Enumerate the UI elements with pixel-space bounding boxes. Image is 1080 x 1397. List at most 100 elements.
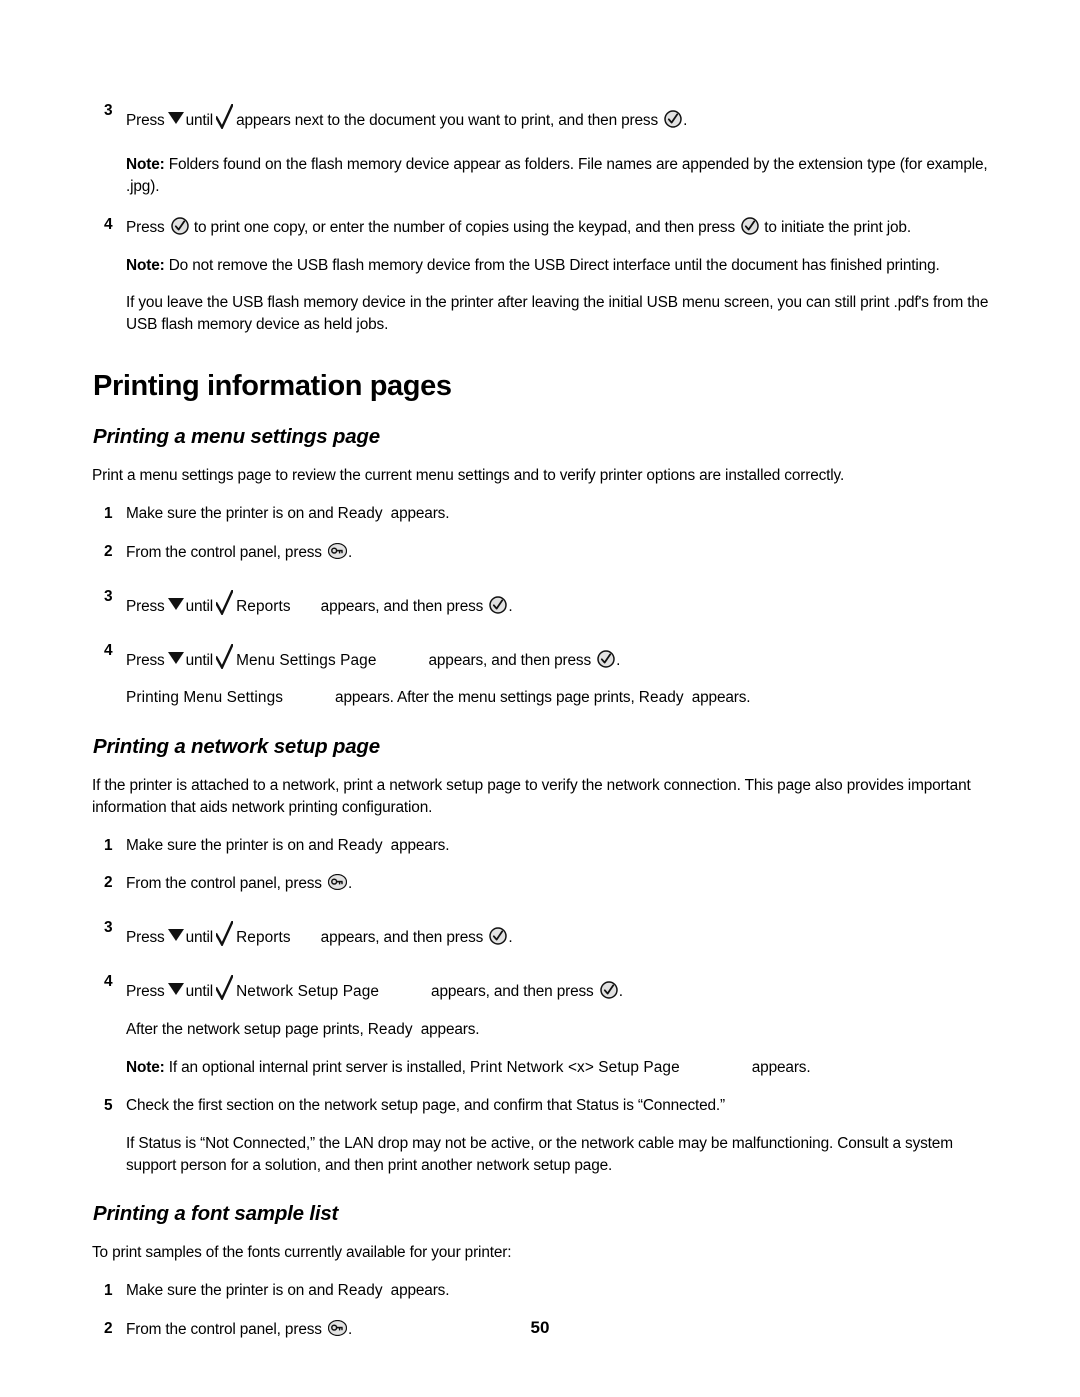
step-text-before: From the control panel, press [126,543,322,561]
step-text-after: appears, and then press [431,983,594,1001]
down-arrow-icon [167,983,184,996]
step-period: . [508,929,513,947]
step-text-before: Press [126,597,165,615]
step-period: . [347,543,353,561]
menu-key-icon [327,542,347,559]
list-number: 1 [104,504,113,522]
step-period: . [618,983,623,1001]
list-item: 4 Press to print one copy, or enter the n… [92,214,992,239]
display-text: Network Setup Page [236,983,380,1001]
step-text-end: to initiate the print job. [764,218,911,236]
page-number: 50 [530,1318,550,1337]
select-button-icon [597,649,615,668]
note-paragraph: Note: Do not remove the USB flash memory… [126,255,992,277]
list-number: 2 [104,542,113,560]
section-heading-font-sample: Printing a font sample list [93,1202,339,1226]
display-text: Print Network <x> Setup Page [469,1058,680,1076]
display-text: Reports [236,597,291,615]
step-period: . [616,651,621,669]
display-text: Printing Menu Settings [126,689,284,707]
select-button-icon [170,216,189,235]
section-heading-menu-settings: Printing a menu settings page [93,425,380,449]
step-result: Printing Menu Settings appears. After the… [92,687,992,709]
list-number: 4 [104,215,113,233]
step-period: . [683,112,688,129]
list-number: 1 [104,1281,113,1299]
note-text-after: appears. [751,1058,811,1076]
select-button-icon [489,595,508,614]
step-text-after: appears. [390,1281,450,1299]
step-text-until: until [185,112,214,129]
step-text-until: until [185,929,214,947]
step-text-until: until [185,597,214,615]
display-text: Ready [337,504,383,522]
display-text: Menu Settings Page [236,651,377,669]
trailing-paragraph: If you leave the USB flash memory device… [126,294,989,334]
down-arrow-icon [167,651,184,664]
step-text-until: until [185,983,214,1001]
section-intro: Print a menu settings page to review the… [92,467,845,485]
list-item: 4 Press until Menu Settings Page appears, an… [92,640,992,672]
display-text: Ready [337,1281,383,1299]
note-paragraph: Note: If an optional internal print serv… [92,1057,992,1079]
display-text: Ready [367,1021,413,1039]
select-button-icon [599,981,618,999]
step-period: . [347,875,353,893]
note-label: Note: [126,1058,165,1076]
list-number: 1 [104,836,113,854]
step-text-before: Press [126,651,165,669]
checkmark-icon [216,921,234,947]
page-content: 3 Press until appears next to the document … [92,100,992,1357]
down-arrow-icon [167,597,184,610]
step-continuation: If Status is “Not Connected,” the LAN dr… [126,1134,953,1174]
list-item: 5 Check the first section on the network … [92,1095,992,1117]
list-number: 4 [104,973,113,991]
down-arrow-icon [167,929,184,942]
step-text-before: From the control panel, press [126,875,322,893]
step-result: After the network setup page prints, Rea… [92,1019,992,1041]
step-text-after: appears. [390,836,450,854]
list-item: 2 From the control panel, press . [92,541,992,564]
checkmark-icon [216,975,234,1001]
step-text-until: until [185,651,214,669]
list-item: 1 Make sure the printer is on and Ready ap… [92,1280,992,1302]
step-text-after: appears, and then press [320,597,484,615]
result-text-after: appears. [420,1021,480,1039]
step-text-before: Press [126,218,165,236]
list-number: 2 [104,874,113,892]
step-text-before: Make sure the printer is on and [126,1281,334,1299]
list-item: 3 Press until Reports appears, and then pres… [92,586,992,618]
list-number: 4 [104,641,113,659]
list-number: 3 [104,587,113,605]
menu-key-icon [327,874,347,891]
step-text-before: Make sure the printer is on and [126,504,334,522]
result-text-end: appears. [691,689,751,707]
list-item: 1 Make sure the printer is on and Ready ap… [92,835,992,857]
select-button-icon [664,110,682,128]
display-text: Ready [337,836,383,854]
list-item: 4 Press until Network Setup Page appears, an… [92,971,992,1003]
result-text-middle: appears. After the menu settings page pr… [335,689,635,707]
list-number: 3 [104,919,113,937]
list-item: 2 From the control panel, press . [92,872,992,895]
checkmark-icon [216,643,234,669]
note-text: Folders found on the flash memory device… [126,155,988,195]
step-text-after: appears, and then press [320,929,484,947]
list-item: 3 Press until Reports appears, and then pres… [92,917,992,949]
step-period: . [508,597,513,615]
down-arrow-icon [167,112,184,124]
section-intro: If the printer is attached to a network,… [92,776,971,816]
list-number: 3 [104,102,113,119]
select-button-icon [741,216,759,235]
step-text-after: appears. [390,504,450,522]
select-button-icon [489,927,508,946]
note-text-before: If an optional internal print server is … [168,1058,466,1076]
step-text-after: appears next to the document you want to… [236,112,658,129]
step-text-middle: to print one copy, or enter the number o… [193,218,735,236]
note-label: Note: [126,256,165,274]
display-text: Ready [638,689,684,707]
checkmark-icon [216,589,234,615]
note-paragraph: Note: Folders found on the flash memory … [126,154,992,198]
page-title: Printing information pages [93,370,452,403]
step-text: Check the first section on the network s… [126,1096,726,1114]
